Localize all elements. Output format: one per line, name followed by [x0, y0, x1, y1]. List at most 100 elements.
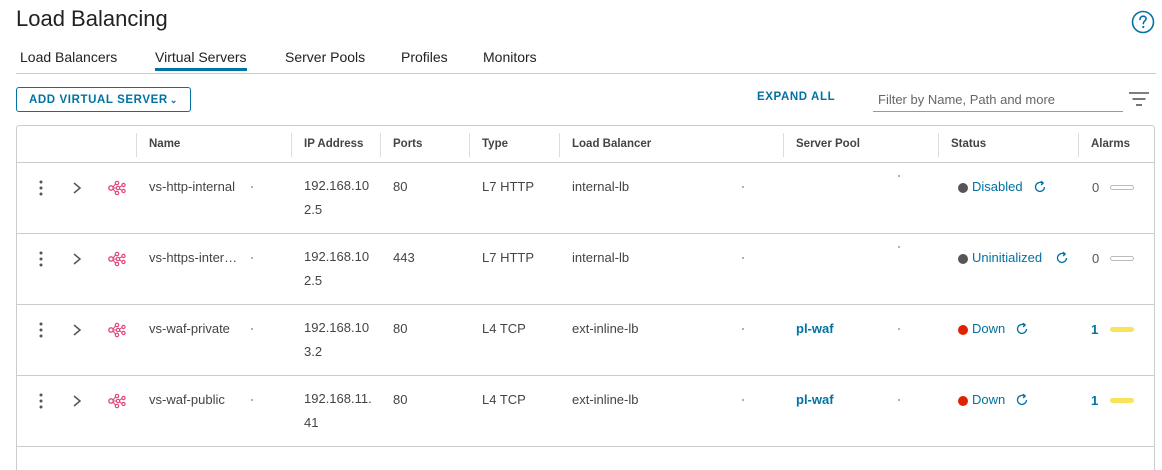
- add-virtual-server-label: ADD VIRTUAL SERVER: [29, 93, 168, 106]
- cell-load-balancer: ext-inline-lb: [572, 392, 639, 407]
- add-virtual-server-button[interactable]: ADD VIRTUAL SERVER ⌄: [16, 87, 191, 112]
- cell-divider: [251, 257, 253, 259]
- cell-ip-address: 192.168.10 2.5: [304, 174, 369, 222]
- ip-line: 41: [304, 415, 319, 430]
- alarm-indicator: [1110, 327, 1134, 332]
- chevron-right-icon[interactable]: [72, 181, 82, 195]
- column-separator: [938, 133, 939, 157]
- cell-ports: 80: [393, 321, 408, 336]
- cell-divider: [742, 186, 744, 188]
- ip-line: 2.5: [304, 202, 323, 217]
- status-label[interactable]: Uninitialized: [972, 250, 1042, 265]
- kebab-icon[interactable]: [37, 250, 45, 268]
- column-header-server-pool[interactable]: Server Pool: [796, 138, 860, 150]
- filter-input[interactable]: [873, 87, 1123, 112]
- alarm-indicator: [1110, 256, 1134, 261]
- chevron-right-icon[interactable]: [72, 252, 82, 266]
- cell-name: vs-waf-private: [149, 321, 230, 336]
- column-header-load-balancer[interactable]: Load Balancer: [572, 138, 651, 150]
- column-header-alarms[interactable]: Alarms: [1091, 138, 1130, 150]
- cell-divider: [898, 399, 900, 401]
- refresh-icon[interactable]: [1033, 180, 1047, 194]
- cell-divider: [898, 175, 900, 177]
- column-header-ip-address[interactable]: IP Address: [304, 138, 363, 150]
- column-separator: [1078, 133, 1079, 157]
- kebab-icon[interactable]: [37, 179, 45, 197]
- cell-divider: [742, 257, 744, 259]
- kebab-icon[interactable]: [37, 321, 45, 339]
- column-header-ports[interactable]: Ports: [393, 138, 422, 150]
- cell-type: L4 TCP: [482, 321, 526, 336]
- tab-load-balancers[interactable]: Load Balancers: [20, 49, 117, 65]
- alarm-count: 0: [1092, 251, 1100, 266]
- virtual-server-icon: [108, 322, 126, 338]
- cell-load-balancer: ext-inline-lb: [572, 321, 639, 336]
- cell-name: vs-waf-public: [149, 392, 225, 407]
- alarm-indicator: [1110, 185, 1134, 190]
- cell-divider: [898, 328, 900, 330]
- kebab-icon[interactable]: [37, 392, 45, 410]
- cell-divider: [251, 186, 253, 188]
- table-row[interactable]: vs-https-inter… 192.168.10 2.5 443 L7 HTT…: [17, 234, 1154, 305]
- page-title: Load Balancing: [16, 6, 168, 31]
- cell-divider: [251, 399, 253, 401]
- tab-bar: Load Balancers Virtual Servers Server Po…: [16, 47, 1156, 74]
- alarm-count[interactable]: 1: [1091, 322, 1098, 337]
- help-icon[interactable]: [1131, 10, 1155, 34]
- refresh-icon[interactable]: [1015, 393, 1029, 407]
- cell-server-pool[interactable]: pl-waf: [796, 392, 834, 407]
- column-header-status[interactable]: Status: [951, 138, 986, 150]
- tab-profiles[interactable]: Profiles: [401, 49, 448, 65]
- chevron-right-icon[interactable]: [72, 394, 82, 408]
- table-row[interactable]: vs-waf-private 192.168.10 3.2 80 L4 TCP e…: [17, 305, 1154, 376]
- refresh-icon[interactable]: [1055, 251, 1069, 265]
- alarm-indicator: [1110, 398, 1134, 403]
- grid-header: Name IP Address Ports Type Load Balancer…: [17, 126, 1154, 163]
- cell-load-balancer: internal-lb: [572, 250, 630, 265]
- column-separator: [380, 133, 381, 157]
- cell-type: L7 HTTP: [482, 250, 535, 265]
- cell-server-pool[interactable]: pl-waf: [796, 321, 834, 336]
- status-dot: [958, 396, 968, 406]
- cell-divider: [251, 328, 253, 330]
- column-header-type[interactable]: Type: [482, 138, 508, 150]
- cell-ports: 443: [393, 250, 415, 265]
- tab-server-pools[interactable]: Server Pools: [285, 49, 365, 65]
- virtual-server-icon: [108, 393, 126, 409]
- filter-icon[interactable]: [1128, 91, 1150, 107]
- alarm-count[interactable]: 1: [1091, 393, 1098, 408]
- virtual-server-icon: [108, 251, 126, 267]
- chevron-right-icon[interactable]: [72, 323, 82, 337]
- cell-type: L7 HTTP: [482, 179, 535, 194]
- cell-ports: 80: [393, 392, 408, 407]
- virtual-server-icon: [108, 180, 126, 196]
- virtual-servers-grid: Name IP Address Ports Type Load Balancer…: [16, 125, 1155, 470]
- tab-virtual-servers[interactable]: Virtual Servers: [155, 49, 247, 71]
- status-dot: [958, 183, 968, 193]
- table-row[interactable]: vs-waf-public 192.168.11. 41 80 L4 TCP ex…: [17, 376, 1154, 447]
- ip-line: 192.168.10: [304, 249, 370, 264]
- table-row[interactable]: vs-http-internal 192.168.10 2.5 80 L7 HTT…: [17, 163, 1154, 234]
- status-dot: [958, 325, 968, 335]
- status-label[interactable]: Disabled: [972, 179, 1023, 194]
- expand-all-button[interactable]: EXPAND ALL: [757, 91, 835, 103]
- column-separator: [783, 133, 784, 157]
- cell-name: vs-http-internal: [149, 179, 235, 194]
- status-label[interactable]: Down: [972, 321, 1005, 336]
- refresh-icon[interactable]: [1015, 322, 1029, 336]
- cell-type: L4 TCP: [482, 392, 526, 407]
- alarm-count: 0: [1092, 180, 1100, 195]
- cell-ip-address: 192.168.10 3.2: [304, 316, 369, 364]
- column-header-name[interactable]: Name: [149, 138, 180, 150]
- status-dot: [958, 254, 968, 264]
- cell-divider: [898, 246, 900, 248]
- column-separator: [136, 133, 137, 157]
- chevron-down-icon: ⌄: [169, 94, 178, 105]
- cell-divider: [742, 328, 744, 330]
- ip-line: 3.2: [304, 344, 323, 359]
- status-label[interactable]: Down: [972, 392, 1005, 407]
- tab-monitors[interactable]: Monitors: [483, 49, 537, 65]
- column-separator: [291, 133, 292, 157]
- cell-divider: [742, 399, 744, 401]
- ip-line: 192.168.11.: [304, 391, 372, 406]
